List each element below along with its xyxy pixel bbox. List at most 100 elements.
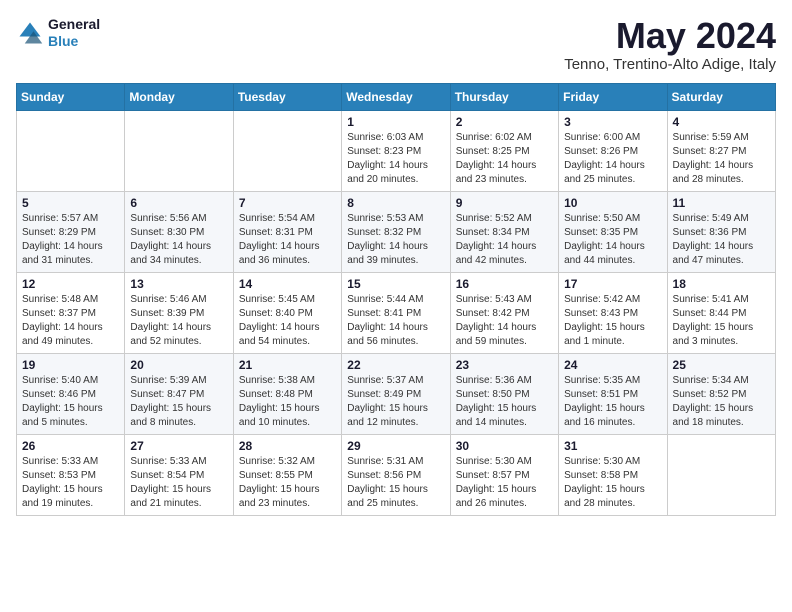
day-cell-14: 14Sunrise: 5:45 AM Sunset: 8:40 PM Dayli… [233,272,341,353]
day-detail: Sunrise: 5:37 AM Sunset: 8:49 PM Dayligh… [347,374,444,430]
day-number: 21 [239,358,336,372]
day-detail: Sunrise: 5:36 AM Sunset: 8:50 PM Dayligh… [456,374,553,430]
day-detail: Sunrise: 6:00 AM Sunset: 8:26 PM Dayligh… [564,131,661,187]
logo-icon [16,19,44,47]
day-cell-18: 18 Sunrise: 5:41 AM Sunset: 8:44 PM Dayli… [667,272,775,353]
day-detail: Sunrise: 5:53 AM Sunset: 8:32 PM Dayligh… [347,212,444,268]
day-cell-8: 8 Sunrise: 5:53 AM Sunset: 8:32 PM Daylig… [342,191,450,272]
day-number: 26 [22,439,119,453]
day-number: 27 [130,439,227,453]
day-detail: Sunrise: 5:56 AM Sunset: 8:30 PM Dayligh… [130,212,227,268]
day-number: 18 [673,277,770,291]
day-number: 30 [456,439,553,453]
day-detail: Sunrise: 5:30 AM Sunset: 8:57 PM Dayligh… [456,455,553,511]
day-detail: Sunrise: 5:42 AM Sunset: 8:43 PM Dayligh… [564,293,661,349]
day-cell-1: 1 Sunrise: 6:03 AM Sunset: 8:23 PM Daylig… [342,110,450,191]
week-row-4: 19 Sunrise: 5:40 AM Sunset: 8:46 PM Dayli… [17,353,776,434]
day-number: 24 [564,358,661,372]
day-detail: Sunrise: 5:38 AM Sunset: 8:48 PM Dayligh… [239,374,336,430]
day-detail: Sunrise: 5:30 AM Sunset: 8:58 PM Dayligh… [564,455,661,511]
day-detail: Sunrise: 5:52 AM Sunset: 8:34 PM Dayligh… [456,212,553,268]
day-cell-21: 21 Sunrise: 5:38 AM Sunset: 8:48 PM Dayli… [233,353,341,434]
day-number: 17 [564,277,661,291]
day-cell-19: 19 Sunrise: 5:40 AM Sunset: 8:46 PM Dayli… [17,353,125,434]
day-cell-20: 20Sunrise: 5:39 AM Sunset: 8:47 PM Dayli… [125,353,233,434]
day-cell-5: 5Sunrise: 5:57 AM Sunset: 8:29 PM Daylig… [17,191,125,272]
day-detail: Sunrise: 5:50 AM Sunset: 8:35 PM Dayligh… [564,212,661,268]
day-cell-10: 10 Sunrise: 5:50 AM Sunset: 8:35 PM Dayli… [559,191,667,272]
day-detail: Sunrise: 5:57 AM Sunset: 8:29 PM Dayligh… [22,212,119,268]
week-row-1: 1 Sunrise: 6:03 AM Sunset: 8:23 PM Daylig… [17,110,776,191]
day-cell-16: 16 Sunrise: 5:43 AM Sunset: 8:42 PM Dayli… [450,272,558,353]
empty-cell [125,110,233,191]
day-number: 23 [456,358,553,372]
day-number: 16 [456,277,553,291]
calendar-table: SundayMondayTuesdayWednesdayThursdayFrid… [16,83,776,516]
weekday-header-saturday: Saturday [667,83,775,110]
day-cell-17: 17 Sunrise: 5:42 AM Sunset: 8:43 PM Dayli… [559,272,667,353]
weekday-header-thursday: Thursday [450,83,558,110]
logo: General Blue [16,16,100,50]
day-number: 6 [130,196,227,210]
empty-cell [667,434,775,515]
day-cell-27: 27 Sunrise: 5:33 AM Sunset: 8:54 PM Dayli… [125,434,233,515]
day-detail: Sunrise: 5:41 AM Sunset: 8:44 PM Dayligh… [673,293,770,349]
day-number: 28 [239,439,336,453]
day-detail: Sunrise: 5:48 AM Sunset: 8:37 PM Dayligh… [22,293,119,349]
day-number: 25 [673,358,770,372]
day-number: 13 [130,277,227,291]
day-detail: Sunrise: 6:02 AM Sunset: 8:25 PM Dayligh… [456,131,553,187]
week-row-2: 5Sunrise: 5:57 AM Sunset: 8:29 PM Daylig… [17,191,776,272]
day-cell-26: 26Sunrise: 5:33 AM Sunset: 8:53 PM Dayli… [17,434,125,515]
day-detail: Sunrise: 5:31 AM Sunset: 8:56 PM Dayligh… [347,455,444,511]
day-number: 8 [347,196,444,210]
empty-cell [233,110,341,191]
day-number: 19 [22,358,119,372]
day-cell-4: 4 Sunrise: 5:59 AM Sunset: 8:27 PM Daylig… [667,110,775,191]
day-cell-7: 7Sunrise: 5:54 AM Sunset: 8:31 PM Daylig… [233,191,341,272]
day-cell-29: 29 Sunrise: 5:31 AM Sunset: 8:56 PM Dayli… [342,434,450,515]
week-row-3: 12Sunrise: 5:48 AM Sunset: 8:37 PM Dayli… [17,272,776,353]
day-detail: Sunrise: 5:49 AM Sunset: 8:36 PM Dayligh… [673,212,770,268]
day-number: 29 [347,439,444,453]
title-area: May 2024 Tenno, Trentino-Alto Adige, Ita… [564,16,776,73]
day-cell-23: 23 Sunrise: 5:36 AM Sunset: 8:50 PM Dayli… [450,353,558,434]
day-cell-31: 31 Sunrise: 5:30 AM Sunset: 8:58 PM Dayli… [559,434,667,515]
day-cell-28: 28 Sunrise: 5:32 AM Sunset: 8:55 PM Dayli… [233,434,341,515]
day-number: 14 [239,277,336,291]
day-number: 22 [347,358,444,372]
weekday-header-row: SundayMondayTuesdayWednesdayThursdayFrid… [17,83,776,110]
weekday-header-wednesday: Wednesday [342,83,450,110]
weekday-header-tuesday: Tuesday [233,83,341,110]
day-detail: Sunrise: 5:59 AM Sunset: 8:27 PM Dayligh… [673,131,770,187]
logo-line1: General [48,16,100,33]
day-cell-6: 6 Sunrise: 5:56 AM Sunset: 8:30 PM Daylig… [125,191,233,272]
day-detail: Sunrise: 5:35 AM Sunset: 8:51 PM Dayligh… [564,374,661,430]
day-detail: Sunrise: 5:32 AM Sunset: 8:55 PM Dayligh… [239,455,336,511]
day-detail: Sunrise: 5:33 AM Sunset: 8:54 PM Dayligh… [130,455,227,511]
day-number: 2 [456,115,553,129]
day-number: 31 [564,439,661,453]
day-detail: Sunrise: 5:40 AM Sunset: 8:46 PM Dayligh… [22,374,119,430]
day-detail: Sunrise: 6:03 AM Sunset: 8:23 PM Dayligh… [347,131,444,187]
day-cell-3: 3 Sunrise: 6:00 AM Sunset: 8:26 PM Daylig… [559,110,667,191]
day-cell-15: 15Sunrise: 5:44 AM Sunset: 8:41 PM Dayli… [342,272,450,353]
day-detail: Sunrise: 5:34 AM Sunset: 8:52 PM Dayligh… [673,374,770,430]
day-cell-11: 11Sunrise: 5:49 AM Sunset: 8:36 PM Dayli… [667,191,775,272]
weekday-header-friday: Friday [559,83,667,110]
weekday-header-sunday: Sunday [17,83,125,110]
day-cell-22: 22 Sunrise: 5:37 AM Sunset: 8:49 PM Dayli… [342,353,450,434]
header: General Blue May 2024 Tenno, Trentino-Al… [16,16,776,73]
day-number: 1 [347,115,444,129]
location-title: Tenno, Trentino-Alto Adige, Italy [564,56,776,73]
weekday-header-monday: Monday [125,83,233,110]
day-number: 9 [456,196,553,210]
day-detail: Sunrise: 5:43 AM Sunset: 8:42 PM Dayligh… [456,293,553,349]
day-number: 3 [564,115,661,129]
week-row-5: 26Sunrise: 5:33 AM Sunset: 8:53 PM Dayli… [17,434,776,515]
day-number: 4 [673,115,770,129]
day-number: 10 [564,196,661,210]
day-detail: Sunrise: 5:39 AM Sunset: 8:47 PM Dayligh… [130,374,227,430]
day-cell-2: 2 Sunrise: 6:02 AM Sunset: 8:25 PM Daylig… [450,110,558,191]
day-cell-30: 30 Sunrise: 5:30 AM Sunset: 8:57 PM Dayli… [450,434,558,515]
